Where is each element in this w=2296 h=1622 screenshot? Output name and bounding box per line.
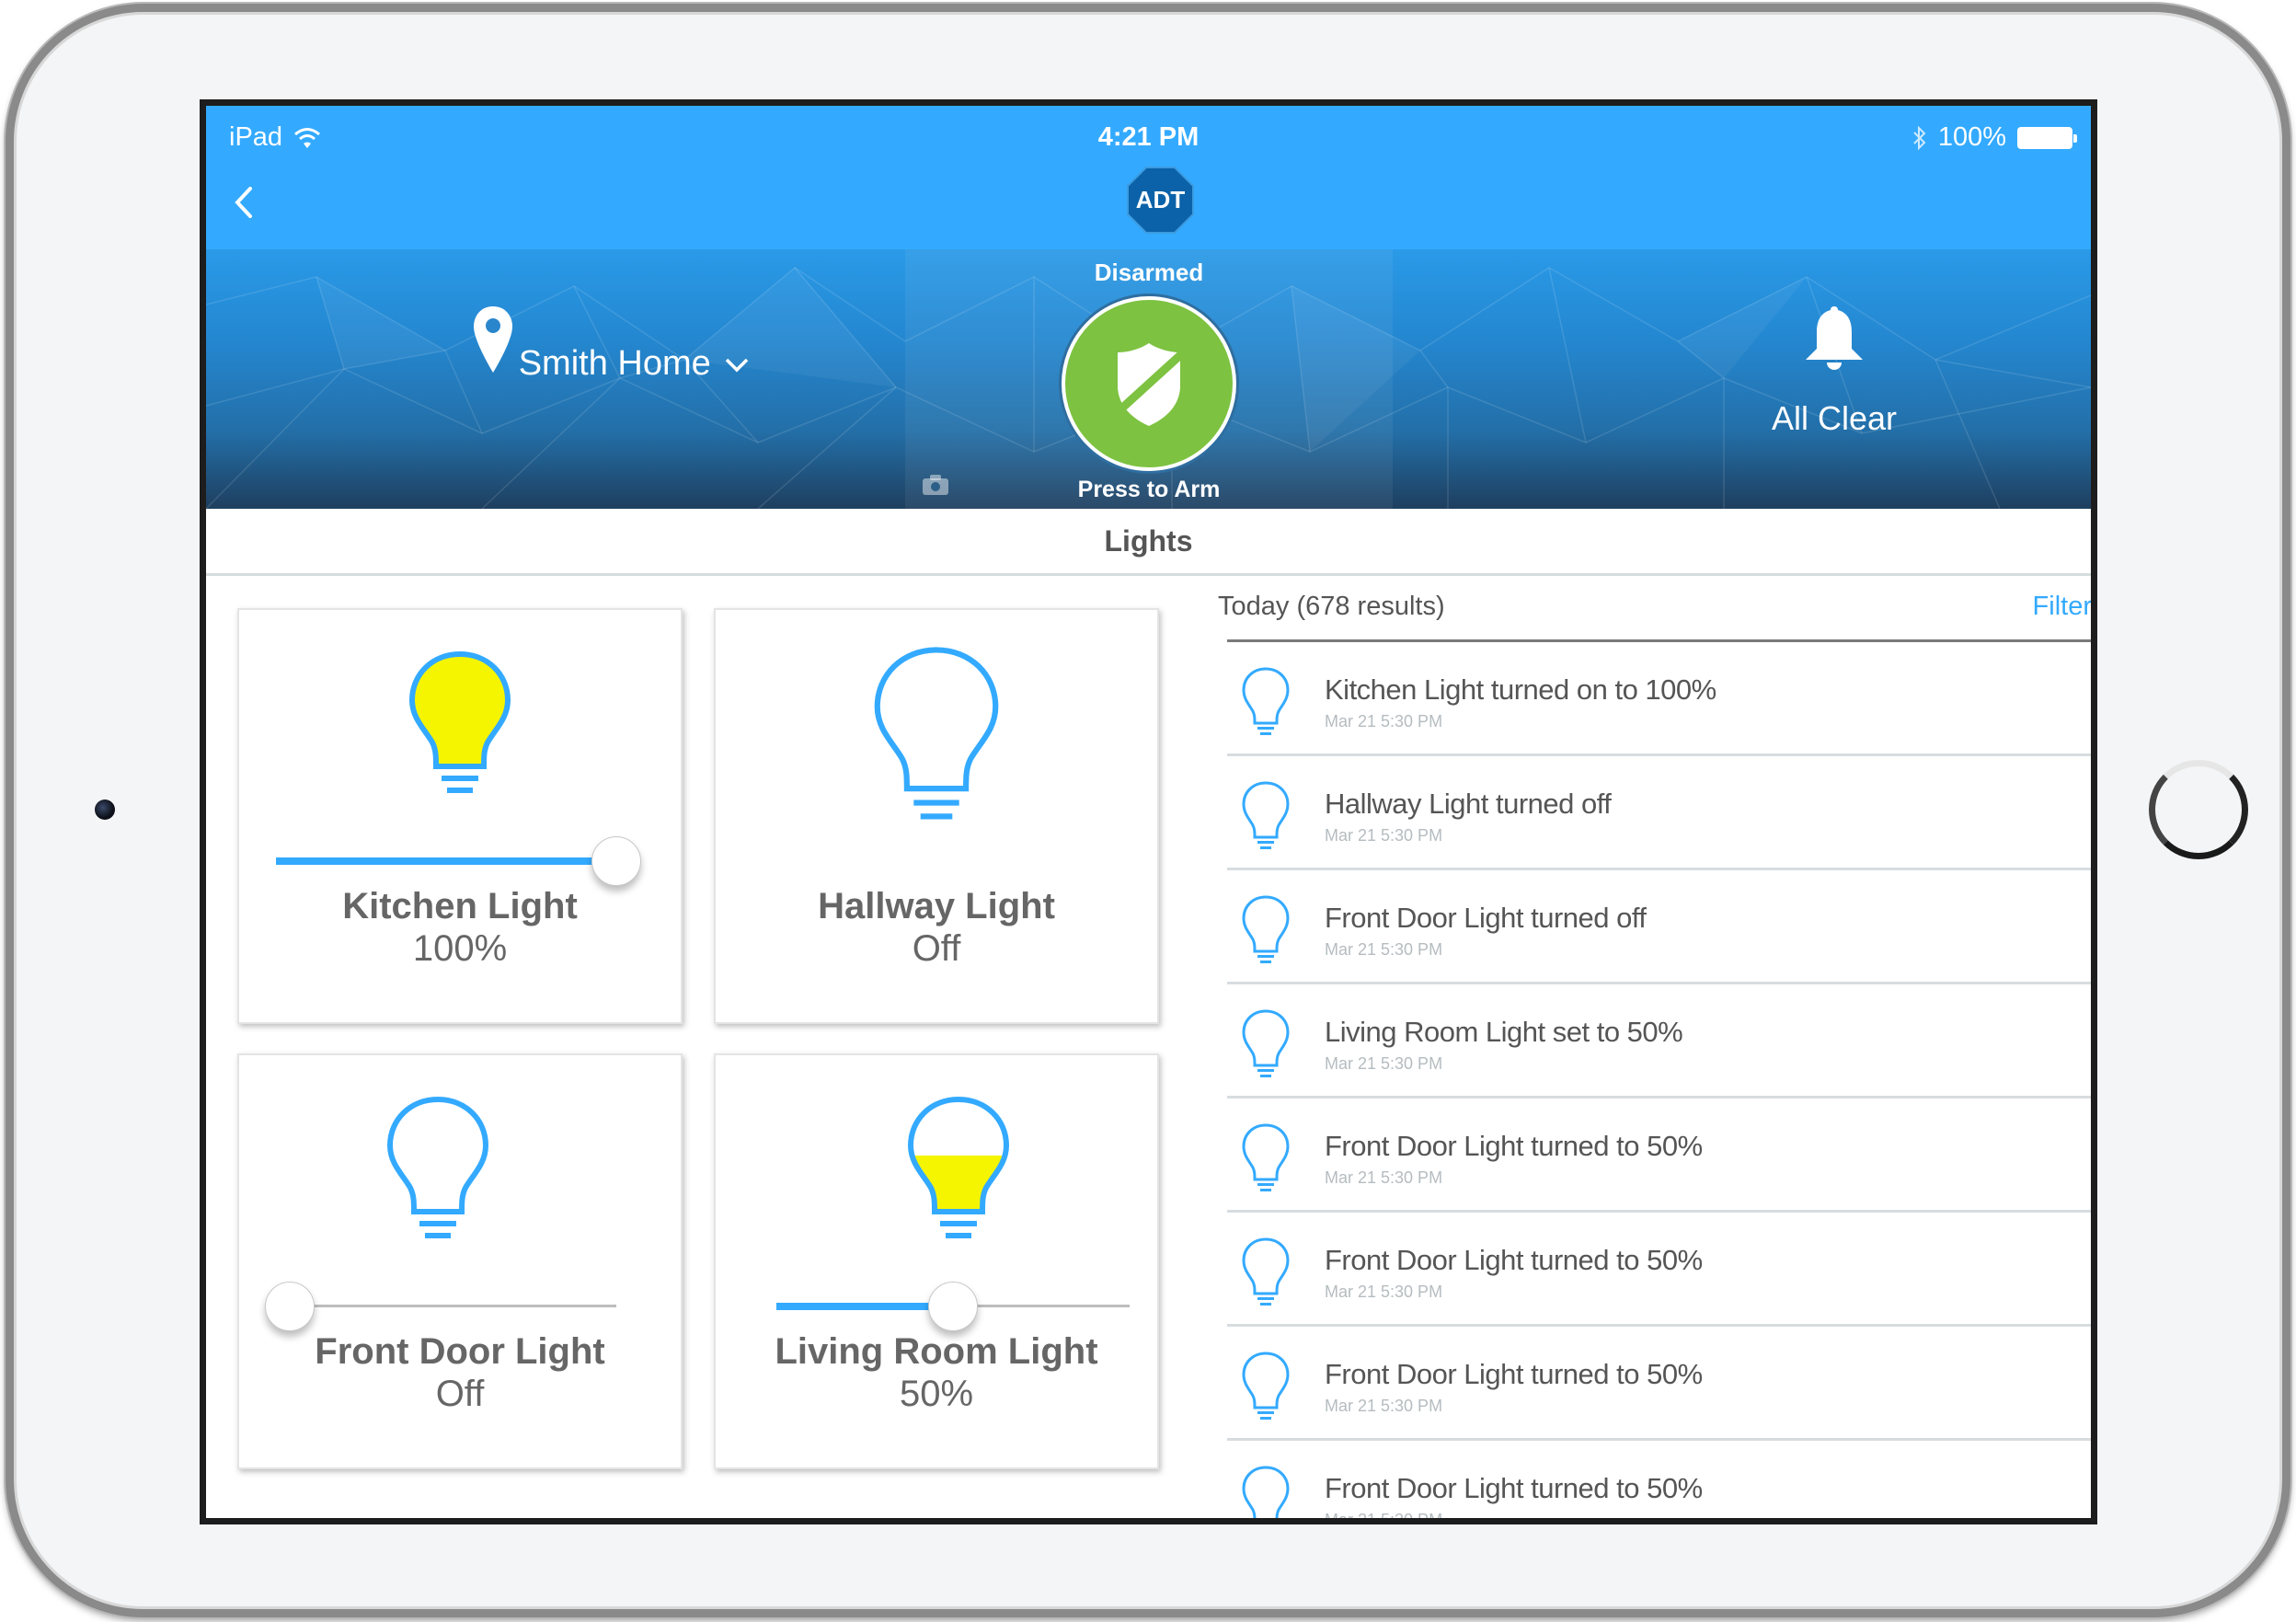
battery-icon	[2017, 126, 2077, 149]
slider-track	[290, 1305, 616, 1307]
front-camera	[95, 799, 115, 820]
light-value: 50%	[899, 1374, 974, 1414]
event-list-item[interactable]: Front Door Light turned to 50% Mar 21 5:…	[1227, 1441, 2091, 1524]
lightbulb-off-icon	[386, 1096, 489, 1238]
section-title: Lights	[206, 509, 2091, 576]
light-card-living-room[interactable]: Living Room Light 50%	[714, 1053, 1159, 1469]
event-time: Mar 21 5:30 PM	[1325, 1054, 1443, 1073]
battery-percent: 100%	[1937, 122, 2006, 152]
event-list: Kitchen Light turned on to 100% Mar 21 5…	[1218, 642, 2091, 1524]
event-time: Mar 21 5:30 PM	[1325, 1511, 1443, 1524]
app-screen: iPad 4:21 PM 100% ADT Smith Home Disarme…	[200, 99, 2097, 1524]
chevron-down-icon	[725, 358, 748, 372]
lightbulb-icon	[1242, 1352, 1290, 1420]
light-card-front-door[interactable]: Front Door Light Off	[237, 1053, 683, 1469]
light-card-hallway[interactable]: Hallway Light Off	[714, 608, 1159, 1024]
filter-button[interactable]: Filter	[2033, 592, 2091, 622]
camera-icon[interactable]	[922, 474, 949, 496]
lightbulb-icon	[1242, 667, 1290, 735]
event-title: Front Door Light turned to 50%	[1325, 1244, 1703, 1276]
event-time: Mar 21 5:30 PM	[1325, 1397, 1443, 1415]
alerts-label: All Clear	[1771, 399, 1898, 437]
light-name: Front Door Light	[315, 1331, 605, 1372]
lightbulb-on-icon	[408, 650, 511, 793]
lightbulb-icon	[1242, 781, 1290, 849]
light-value: Off	[912, 928, 961, 969]
arm-control: Disarmed Press to Arm	[988, 259, 1310, 503]
event-title: Front Door Light turned to 50%	[1325, 1130, 1703, 1162]
back-button[interactable]	[226, 179, 263, 225]
event-list-item[interactable]: Front Door Light turned to 50% Mar 21 5:…	[1227, 1099, 2091, 1213]
location-pin-icon	[474, 306, 513, 373]
brightness-slider[interactable]	[265, 1279, 616, 1334]
light-value: Off	[435, 1374, 485, 1414]
event-title: Front Door Light turned to 50%	[1325, 1472, 1703, 1504]
event-list-item[interactable]: Kitchen Light turned on to 100% Mar 21 5…	[1227, 642, 2091, 756]
light-name: Hallway Light	[818, 886, 1055, 926]
event-time: Mar 21 5:30 PM	[1325, 712, 1443, 730]
light-card-kitchen[interactable]: Kitchen Light 100%	[237, 608, 683, 1024]
lightbulb-icon	[1242, 1009, 1290, 1077]
lightbulb-icon	[1242, 1466, 1290, 1518]
event-list-item[interactable]: Front Door Light turned to 50% Mar 21 5:…	[1227, 1213, 2091, 1327]
event-list-item[interactable]: Front Door Light turned to 50% Mar 21 5:…	[1227, 1327, 2091, 1441]
home-selector[interactable]: Smith Home	[390, 305, 832, 384]
activity-header: Today (678 results) Filter	[1218, 573, 2091, 642]
event-time: Mar 21 5:30 PM	[1325, 940, 1443, 959]
brightness-slider[interactable]	[276, 834, 641, 889]
brightness-slider[interactable]	[776, 1279, 1130, 1334]
event-title: Living Room Light set to 50%	[1325, 1016, 1683, 1048]
event-title: Kitchen Light turned on to 100%	[1325, 673, 1716, 706]
lightbulb-icon	[1242, 895, 1290, 963]
event-title: Hallway Light turned off	[1325, 788, 1612, 820]
alerts-status[interactable]: All Clear	[1669, 305, 2000, 438]
lightbulb-half-icon	[907, 1096, 1010, 1238]
arm-status: Disarmed	[1094, 259, 1204, 286]
home-name: Smith Home	[518, 344, 711, 383]
adt-logo: ADT	[1127, 167, 1194, 234]
clock: 4:21 PM	[1097, 122, 1200, 152]
activity-log: Today (678 results) Filter Kitchen Light…	[1218, 573, 2091, 1524]
adt-logo-text: ADT	[1136, 186, 1186, 213]
chevron-left-icon	[235, 187, 252, 218]
event-list-item[interactable]: Front Door Light turned off Mar 21 5:30 …	[1227, 870, 2091, 984]
event-list-item[interactable]: Hallway Light turned off Mar 21 5:30 PM	[1227, 756, 2091, 870]
lightbulb-off-icon	[874, 647, 999, 820]
status-bar: iPad 4:21 PM 100%	[206, 117, 2091, 154]
top-bar: iPad 4:21 PM 100% ADT	[206, 106, 2091, 249]
light-name: Living Room Light	[775, 1331, 1098, 1372]
home-button[interactable]	[2149, 760, 2248, 859]
lightbulb-icon	[1242, 1123, 1290, 1191]
results-count: Today (678 results)	[1218, 592, 1445, 621]
event-time: Mar 21 5:30 PM	[1325, 1283, 1443, 1301]
event-title: Front Door Light turned to 50%	[1325, 1358, 1703, 1390]
event-time: Mar 21 5:30 PM	[1325, 826, 1443, 845]
press-to-arm-label: Press to Arm	[1077, 477, 1221, 502]
light-name: Kitchen Light	[342, 886, 578, 926]
event-time: Mar 21 5:30 PM	[1325, 1168, 1443, 1187]
event-title: Front Door Light turned off	[1325, 902, 1647, 934]
bell-icon	[1806, 306, 1863, 370]
light-value: 100%	[412, 928, 508, 969]
slider-thumb[interactable]	[591, 836, 641, 886]
event-list-item[interactable]: Living Room Light set to 50% Mar 21 5:30…	[1227, 984, 2091, 1099]
slider-fill	[776, 1303, 953, 1310]
slider-fill	[276, 857, 616, 865]
slider-thumb[interactable]	[928, 1282, 978, 1331]
slider-thumb[interactable]	[265, 1282, 315, 1331]
arm-button[interactable]	[1062, 296, 1236, 471]
hero-banner: Smith Home Disarmed Press to Arm All Cle…	[206, 249, 2091, 509]
bluetooth-icon	[1913, 125, 1926, 150]
shield-icon	[1112, 343, 1186, 426]
lightbulb-icon	[1242, 1237, 1290, 1306]
